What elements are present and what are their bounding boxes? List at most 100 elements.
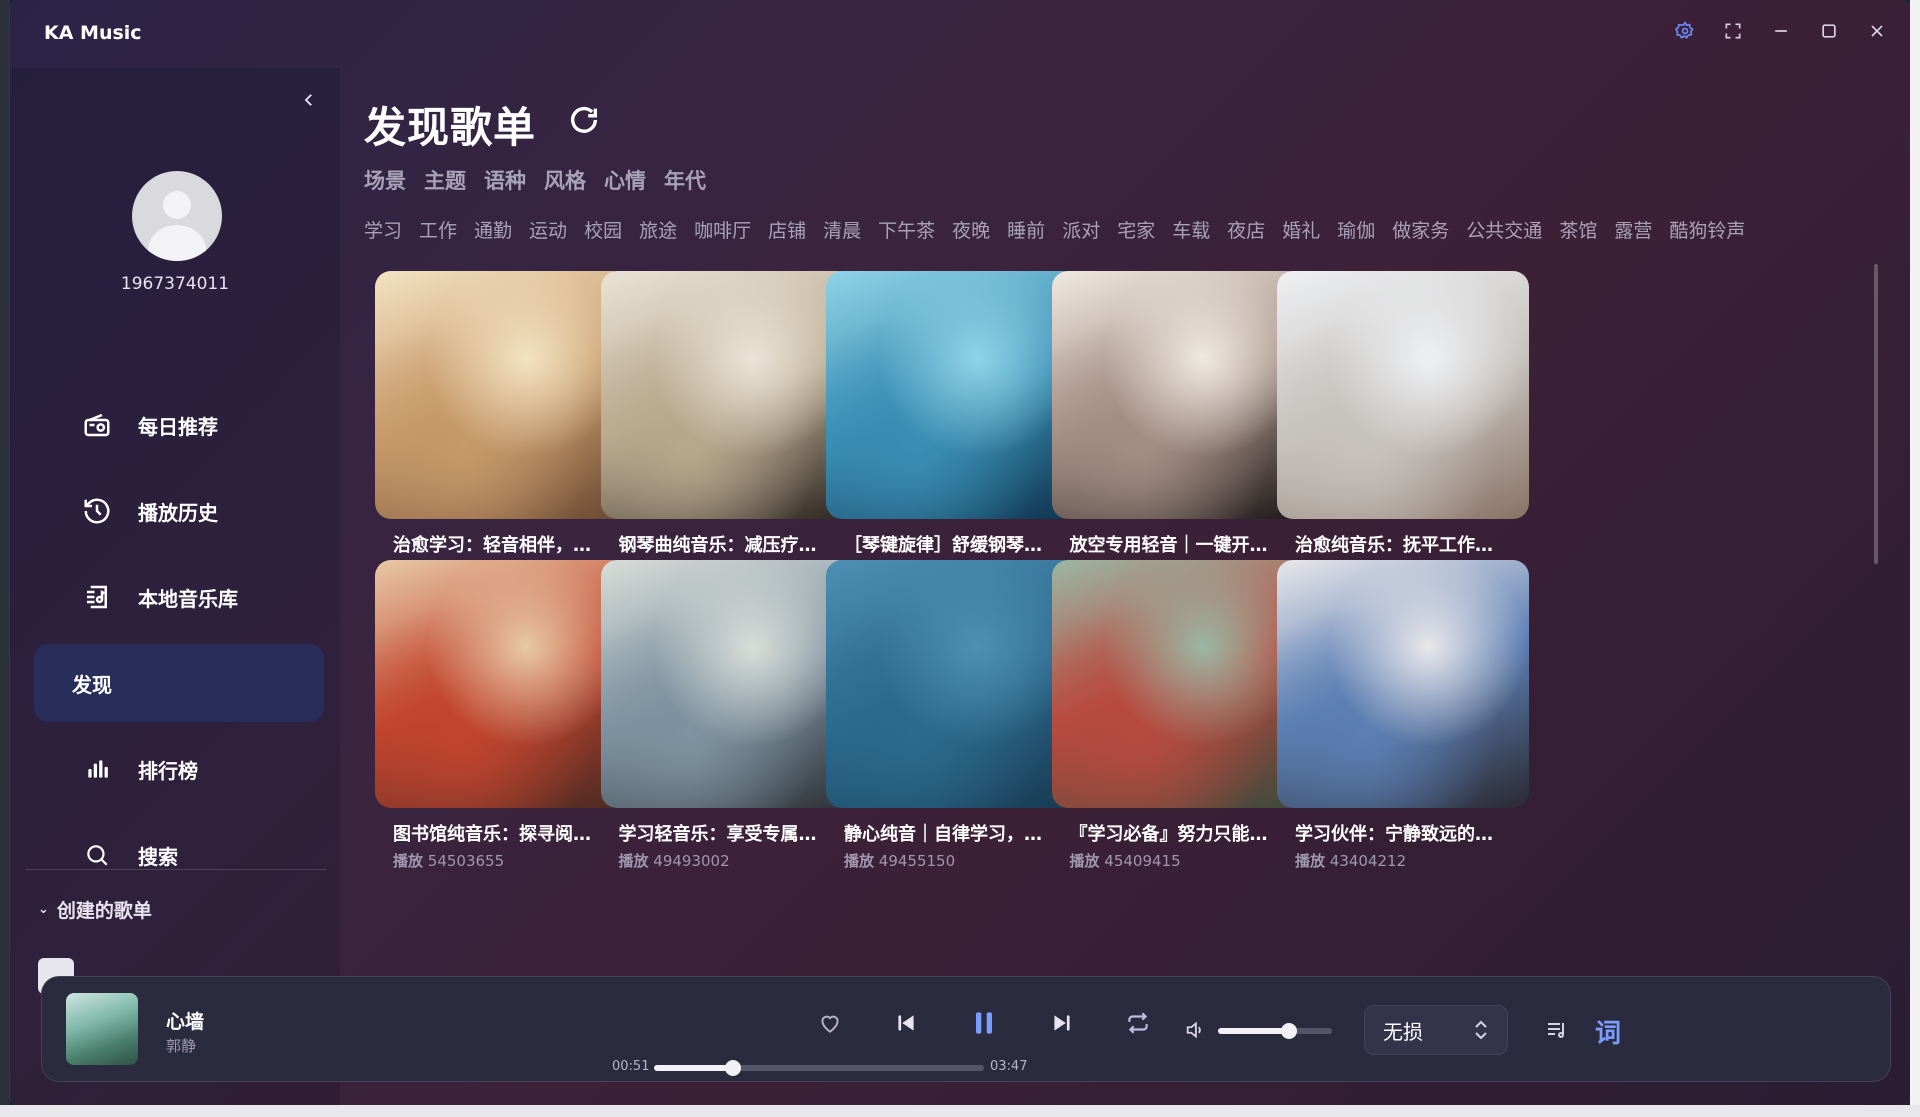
playlist-title[interactable]: 钢琴曲纯音乐：减压疗… — [601, 531, 853, 557]
volume-knob[interactable] — [1280, 1023, 1297, 1039]
lyrics-button[interactable]: 词 — [1588, 1011, 1628, 1051]
tag-item[interactable]: 酷狗铃声 — [1669, 216, 1745, 243]
tag-item[interactable]: 咖啡厅 — [694, 216, 751, 243]
playlist-cover[interactable] — [1051, 271, 1304, 519]
playlist-title[interactable]: 放空专用轻音｜一键开… — [1052, 531, 1304, 557]
playlist-title[interactable]: 治愈纯音乐：抚平工作… — [1277, 531, 1529, 557]
tag-item[interactable]: 校园 — [584, 216, 622, 243]
chevron-updown-icon — [1473, 1018, 1489, 1042]
repeat-icon[interactable] — [1120, 1005, 1156, 1041]
tag-item[interactable]: 茶馆 — [1559, 216, 1597, 243]
category-tab[interactable]: 心情 — [604, 165, 646, 195]
tag-item[interactable]: 通勤 — [474, 216, 512, 243]
tag-item[interactable]: 公共交通 — [1466, 216, 1542, 243]
category-tab[interactable]: 主题 — [424, 165, 466, 195]
volume-slider[interactable] — [1218, 1023, 1332, 1039]
tag-item[interactable]: 睡前 — [1007, 216, 1045, 243]
nav-item-history[interactable]: 播放历史 — [34, 472, 324, 550]
tag-item[interactable]: 店铺 — [768, 216, 806, 243]
sidebar-divider — [26, 869, 326, 870]
playlist-queue-icon[interactable] — [1542, 1015, 1572, 1045]
heart-icon[interactable] — [812, 1005, 848, 1041]
category-tab[interactable]: 年代 — [664, 165, 706, 195]
playlist-title[interactable]: 图书馆纯音乐：探寻阅… — [375, 820, 627, 846]
playlist-title[interactable]: 静心纯音｜自律学习，… — [826, 820, 1078, 846]
nav-item-label: 本地音乐库 — [138, 586, 238, 611]
volume-icon[interactable] — [1184, 1019, 1208, 1043]
tag-item[interactable]: 夜店 — [1227, 216, 1265, 243]
nav-item-local[interactable]: 本地音乐库 — [34, 558, 324, 636]
close-icon[interactable] — [1860, 14, 1894, 48]
settings-icon[interactable] — [1668, 14, 1702, 48]
now-playing-title[interactable]: 心墙 — [166, 1007, 204, 1034]
previous-icon[interactable] — [888, 1005, 924, 1041]
playlist-card[interactable]: ［琴键旋律］舒缓钢琴…播放 72484550 — [826, 271, 1078, 582]
tag-item[interactable]: 做家务 — [1392, 216, 1449, 243]
playlist-cover[interactable] — [826, 560, 1078, 808]
progress-knob[interactable] — [725, 1060, 742, 1076]
playlist-card[interactable]: 学习伙伴：宁静致远的… 播放 43404212 — [1277, 560, 1529, 871]
playlist-title[interactable]: 学习轻音乐：享受专属… — [601, 820, 853, 846]
now-playing-cover[interactable] — [66, 993, 138, 1065]
playlist-cover[interactable] — [600, 271, 853, 519]
tag-item[interactable]: 瑜伽 — [1337, 216, 1375, 243]
playlist-title[interactable]: 『学习必备』努力只能… — [1052, 820, 1304, 846]
play-count: 播放 49493002 — [601, 850, 853, 871]
title-bar[interactable]: KA Music — [10, 0, 1910, 68]
tag-item[interactable]: 婚礼 — [1282, 216, 1320, 243]
playlist-title[interactable]: ［琴键旋律］舒缓钢琴… — [826, 531, 1078, 557]
fullscreen-icon[interactable] — [1716, 14, 1750, 48]
tag-item[interactable]: 宅家 — [1117, 216, 1155, 243]
playlist-cover[interactable] — [1051, 560, 1304, 808]
playlist-card[interactable]: 『学习必备』努力只能… 播放 45409415 — [1051, 560, 1304, 871]
pause-icon[interactable] — [964, 1003, 1004, 1043]
playlist-card[interactable]: 静心纯音｜自律学习，… 播放 49455150 — [826, 560, 1078, 871]
quality-select[interactable]: 无损 — [1364, 1005, 1508, 1055]
tag-item[interactable]: 夜晚 — [952, 216, 990, 243]
tag-item[interactable]: 下午茶 — [878, 216, 935, 243]
tag-item[interactable]: 学习 — [364, 216, 402, 243]
tag-item[interactable]: 工作 — [419, 216, 457, 243]
category-tab[interactable]: 风格 — [544, 165, 586, 195]
category-tab[interactable]: 场景 — [364, 165, 406, 195]
tag-item[interactable]: 运动 — [529, 216, 567, 243]
playlist-card[interactable]: 治愈纯音乐：抚平工作…播放 61431551 — [1277, 271, 1529, 582]
tag-item[interactable]: 露营 — [1614, 216, 1652, 243]
sidebar-nav: 每日推荐 播放历史 本地音乐库 发现 排行榜 搜索 — [34, 386, 324, 902]
created-playlists-header[interactable]: ⌄ 创建的歌单 — [38, 896, 152, 923]
collapse-sidebar-icon[interactable] — [295, 86, 323, 114]
radio-icon — [80, 408, 114, 442]
nav-item-daily[interactable]: 每日推荐 — [34, 386, 324, 464]
avatar[interactable] — [132, 171, 222, 261]
playlist-cover[interactable] — [826, 271, 1078, 519]
playlist-title[interactable]: 治愈学习：轻音相伴，… — [375, 531, 627, 557]
playlist-card[interactable]: 学习轻音乐：享受专属… 播放 49493002 — [600, 560, 853, 871]
playlist-cover[interactable] — [600, 560, 853, 808]
tag-item[interactable]: 车载 — [1172, 216, 1210, 243]
progress-slider[interactable] — [654, 1060, 984, 1076]
desktop-edge-left — [0, 0, 10, 1117]
playlist-card[interactable]: 治愈学习：轻音相伴，…播放 154292098 — [375, 271, 627, 582]
maximize-icon[interactable] — [1812, 14, 1846, 48]
playlist-card[interactable]: 放空专用轻音｜一键开…播放 63604887 — [1051, 271, 1304, 582]
tag-item[interactable]: 旅途 — [639, 216, 677, 243]
minimize-icon[interactable] — [1764, 14, 1798, 48]
now-playing-artist[interactable]: 郭静 — [166, 1035, 196, 1056]
playlist-cover[interactable] — [375, 560, 627, 808]
next-icon[interactable] — [1044, 1005, 1080, 1041]
category-tab[interactable]: 语种 — [484, 165, 526, 195]
nav-item-charts[interactable]: 排行榜 — [34, 730, 324, 808]
playlist-cover[interactable] — [1277, 560, 1529, 808]
nav-item-search[interactable]: 搜索 — [34, 816, 324, 894]
playlist-card[interactable]: 图书馆纯音乐：探寻阅… 播放 54503655 — [375, 560, 627, 871]
nav-item-discover[interactable]: 发现 — [34, 644, 324, 722]
playlist-cover[interactable] — [375, 271, 627, 519]
playlist-card[interactable]: 钢琴曲纯音乐：减压疗…播放 96489957 — [600, 271, 853, 582]
tag-item[interactable]: 清晨 — [823, 216, 861, 243]
playlist-title[interactable]: 学习伙伴：宁静致远的… — [1277, 820, 1529, 846]
tag-item[interactable]: 派对 — [1062, 216, 1100, 243]
refresh-icon[interactable] — [562, 98, 606, 142]
playlist-cover[interactable] — [1277, 271, 1529, 519]
progress-fill — [654, 1065, 734, 1071]
scrollbar[interactable] — [1874, 264, 1878, 564]
